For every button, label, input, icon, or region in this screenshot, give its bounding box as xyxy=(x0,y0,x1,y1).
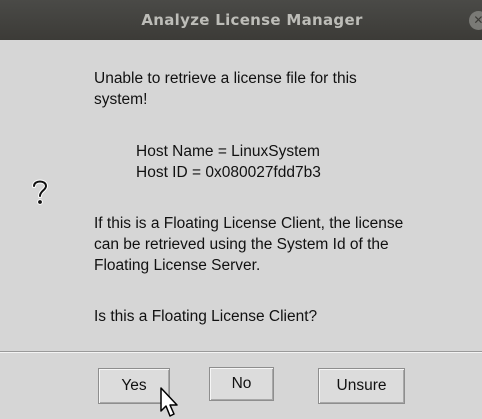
host-name: Host Name = LinuxSystem xyxy=(136,143,320,160)
question-text: Is this a Floating License Client? xyxy=(94,308,318,325)
unsure-button[interactable]: Unsure xyxy=(318,368,405,404)
yes-button-label: Yes xyxy=(121,377,147,394)
close-icon[interactable]: ✕ xyxy=(469,11,482,30)
dialog-body: Unable to retrieve a license file for th… xyxy=(0,40,482,352)
mouse-pointer-icon xyxy=(160,387,178,417)
message-line-1: Unable to retrieve a license file for th… xyxy=(94,70,357,87)
no-button[interactable]: No xyxy=(209,367,274,401)
divider-highlight xyxy=(0,352,482,353)
host-id: Host ID = 0x080027fdd7b3 xyxy=(136,164,321,181)
no-button-label: No xyxy=(231,375,252,392)
title-bar[interactable]: Analyze License Manager ✕ xyxy=(0,0,482,40)
question-mark-icon xyxy=(32,179,49,205)
message-line-2: system! xyxy=(94,91,148,108)
license-dialog: Analyze License Manager ✕ Unable to retr… xyxy=(0,0,482,419)
info-line-3: Floating License Server. xyxy=(94,257,261,274)
info-line-2: can be retrieved using the System Id of … xyxy=(94,236,389,253)
window-title: Analyze License Manager xyxy=(141,11,363,29)
unsure-button-label: Unsure xyxy=(336,377,387,394)
info-line-1: If this is a Floating License Client, th… xyxy=(94,215,404,232)
